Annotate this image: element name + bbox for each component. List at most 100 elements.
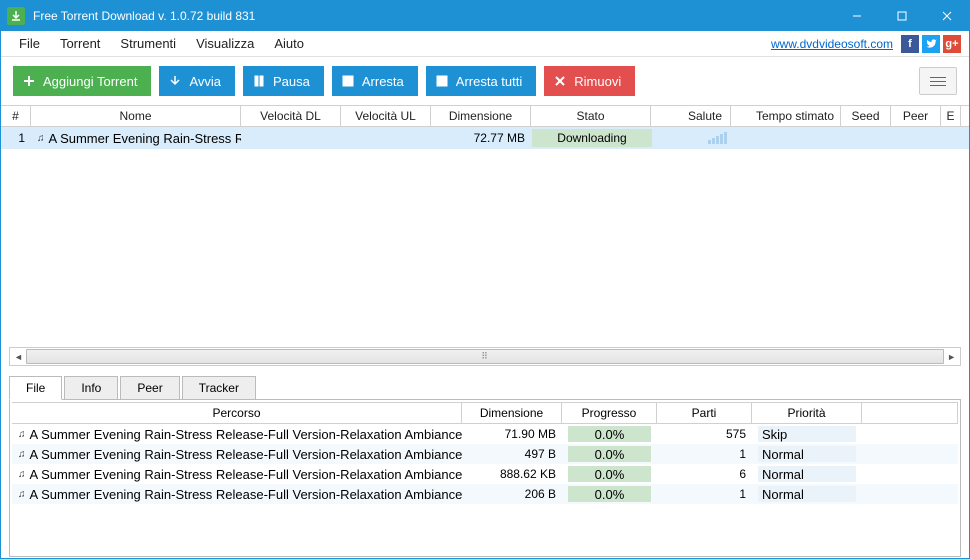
- file-priority[interactable]: Normal: [752, 466, 862, 482]
- settings-menu-button[interactable]: [919, 67, 957, 95]
- file-row[interactable]: ♫A Summer Evening Rain-Stress Release-Fu…: [12, 424, 958, 444]
- col-index[interactable]: #: [1, 106, 31, 126]
- file-parts: 1: [657, 487, 752, 501]
- menu-file[interactable]: File: [9, 32, 50, 55]
- col-name[interactable]: Nome: [31, 106, 241, 126]
- col-peer[interactable]: Peer: [891, 106, 941, 126]
- file-priority[interactable]: Normal: [752, 446, 862, 462]
- torrent-row[interactable]: 1 ♫ A Summer Evening Rain-Stress R 72.77…: [1, 127, 969, 149]
- fcol-priority[interactable]: Priorità: [752, 403, 862, 423]
- titlebar: Free Torrent Download v. 1.0.72 build 83…: [1, 1, 969, 31]
- file-row[interactable]: ♫A Summer Evening Rain-Stress Release-Fu…: [12, 484, 958, 504]
- col-state[interactable]: Stato: [531, 106, 651, 126]
- horizontal-scrollbar[interactable]: ◄ ⠿ ►: [9, 347, 961, 366]
- row-eta: [733, 136, 843, 140]
- row-name-text: A Summer Evening Rain-Stress R: [49, 131, 242, 146]
- remove-button[interactable]: Rimuovi: [544, 66, 635, 96]
- row-state: Downloading: [532, 129, 652, 147]
- music-icon: ♫: [18, 429, 26, 440]
- tab-tracker[interactable]: Tracker: [182, 376, 256, 400]
- close-button[interactable]: [924, 1, 969, 31]
- file-panel-empty-area: [12, 504, 958, 554]
- stop-all-button[interactable]: Arresta tutti: [426, 66, 536, 96]
- row-name: ♫ A Summer Evening Rain-Stress R: [31, 129, 241, 148]
- file-size: 206 B: [462, 487, 562, 501]
- add-torrent-button[interactable]: Aggiungi Torrent: [13, 66, 151, 96]
- col-download-speed[interactable]: Velocità DL: [241, 106, 341, 126]
- menu-view[interactable]: Visualizza: [186, 32, 264, 55]
- file-priority[interactable]: Normal: [752, 486, 862, 502]
- file-parts: 1: [657, 447, 752, 461]
- file-parts: 6: [657, 467, 752, 481]
- start-label: Avvia: [189, 74, 221, 89]
- fcol-size[interactable]: Dimensione: [462, 403, 562, 423]
- fcol-parts[interactable]: Parti: [657, 403, 752, 423]
- torrent-table: # Nome Velocità DL Velocità UL Dimension…: [1, 105, 969, 149]
- col-health[interactable]: Salute: [651, 106, 731, 126]
- remove-label: Rimuovi: [574, 74, 621, 89]
- maximize-button[interactable]: [879, 1, 924, 31]
- row-ul: [341, 136, 431, 140]
- tab-file[interactable]: File: [9, 376, 62, 400]
- col-eta[interactable]: Tempo stimato: [731, 106, 841, 126]
- file-size: 71.90 MB: [462, 427, 562, 441]
- googleplus-icon[interactable]: g+: [943, 35, 961, 53]
- menu-tools[interactable]: Strumenti: [110, 32, 186, 55]
- stop-button[interactable]: Arresta: [332, 66, 418, 96]
- torrent-table-header: # Nome Velocità DL Velocità UL Dimension…: [1, 105, 969, 127]
- fcol-progress[interactable]: Progresso: [562, 403, 657, 423]
- fcol-rest[interactable]: [862, 403, 958, 423]
- tab-peer[interactable]: Peer: [120, 376, 179, 400]
- pause-button[interactable]: Pausa: [243, 66, 324, 96]
- minimize-button[interactable]: [834, 1, 879, 31]
- stop-all-label: Arresta tutti: [456, 74, 522, 89]
- menu-help[interactable]: Aiuto: [264, 32, 314, 55]
- pause-label: Pausa: [273, 74, 310, 89]
- file-panel: Percorso Dimensione Progresso Parti Prio…: [9, 399, 961, 557]
- file-path: ♫A Summer Evening Rain-Stress Release-Fu…: [12, 427, 462, 442]
- file-row[interactable]: ♫A Summer Evening Rain-Stress Release-Fu…: [12, 444, 958, 464]
- file-progress: 0.0%: [562, 486, 657, 502]
- col-size[interactable]: Dimensione: [431, 106, 531, 126]
- health-bars-icon: [708, 132, 727, 144]
- music-icon: ♫: [18, 449, 26, 460]
- file-progress: 0.0%: [562, 426, 657, 442]
- col-extra[interactable]: E: [941, 106, 961, 126]
- start-button[interactable]: Avvia: [159, 66, 235, 96]
- col-upload-speed[interactable]: Velocità UL: [341, 106, 431, 126]
- menu-torrent[interactable]: Torrent: [50, 32, 110, 55]
- file-path: ♫A Summer Evening Rain-Stress Release-Fu…: [12, 467, 462, 482]
- fcol-path[interactable]: Percorso: [12, 403, 462, 423]
- file-priority[interactable]: Skip: [752, 426, 862, 442]
- row-health: [653, 130, 733, 146]
- file-progress: 0.0%: [562, 466, 657, 482]
- music-icon: ♫: [37, 133, 45, 144]
- file-row[interactable]: ♫A Summer Evening Rain-Stress Release-Fu…: [12, 464, 958, 484]
- facebook-icon[interactable]: f: [901, 35, 919, 53]
- site-link[interactable]: www.dvdvideosoft.com: [771, 37, 893, 51]
- row-size: 72.77 MB: [431, 129, 531, 147]
- col-seed[interactable]: Seed: [841, 106, 891, 126]
- toolbar: Aggiungi Torrent Avvia Pausa Arresta Arr…: [1, 57, 969, 105]
- row-index: 1: [1, 129, 31, 147]
- file-parts: 575: [657, 427, 752, 441]
- file-progress: 0.0%: [562, 446, 657, 462]
- file-path: ♫A Summer Evening Rain-Stress Release-Fu…: [12, 447, 462, 462]
- row-dl: [241, 136, 341, 140]
- row-peer: [893, 136, 943, 140]
- twitter-icon[interactable]: [922, 35, 940, 53]
- music-icon: ♫: [18, 489, 26, 500]
- stop-label: Arresta: [362, 74, 404, 89]
- add-torrent-label: Aggiungi Torrent: [43, 74, 137, 89]
- detail-panel: File Info Peer Tracker Percorso Dimensio…: [1, 370, 969, 558]
- file-rows: ♫A Summer Evening Rain-Stress Release-Fu…: [12, 424, 958, 504]
- file-path: ♫A Summer Evening Rain-Stress Release-Fu…: [12, 487, 462, 502]
- window-title: Free Torrent Download v. 1.0.72 build 83…: [33, 9, 834, 23]
- file-size: 497 B: [462, 447, 562, 461]
- window-controls: [834, 1, 969, 31]
- torrent-list-empty-area: [1, 149, 969, 347]
- tab-info[interactable]: Info: [64, 376, 118, 400]
- detail-tabs: File Info Peer Tracker: [9, 376, 961, 400]
- menubar: File Torrent Strumenti Visualizza Aiuto …: [1, 31, 969, 57]
- file-table-header: Percorso Dimensione Progresso Parti Prio…: [12, 402, 958, 424]
